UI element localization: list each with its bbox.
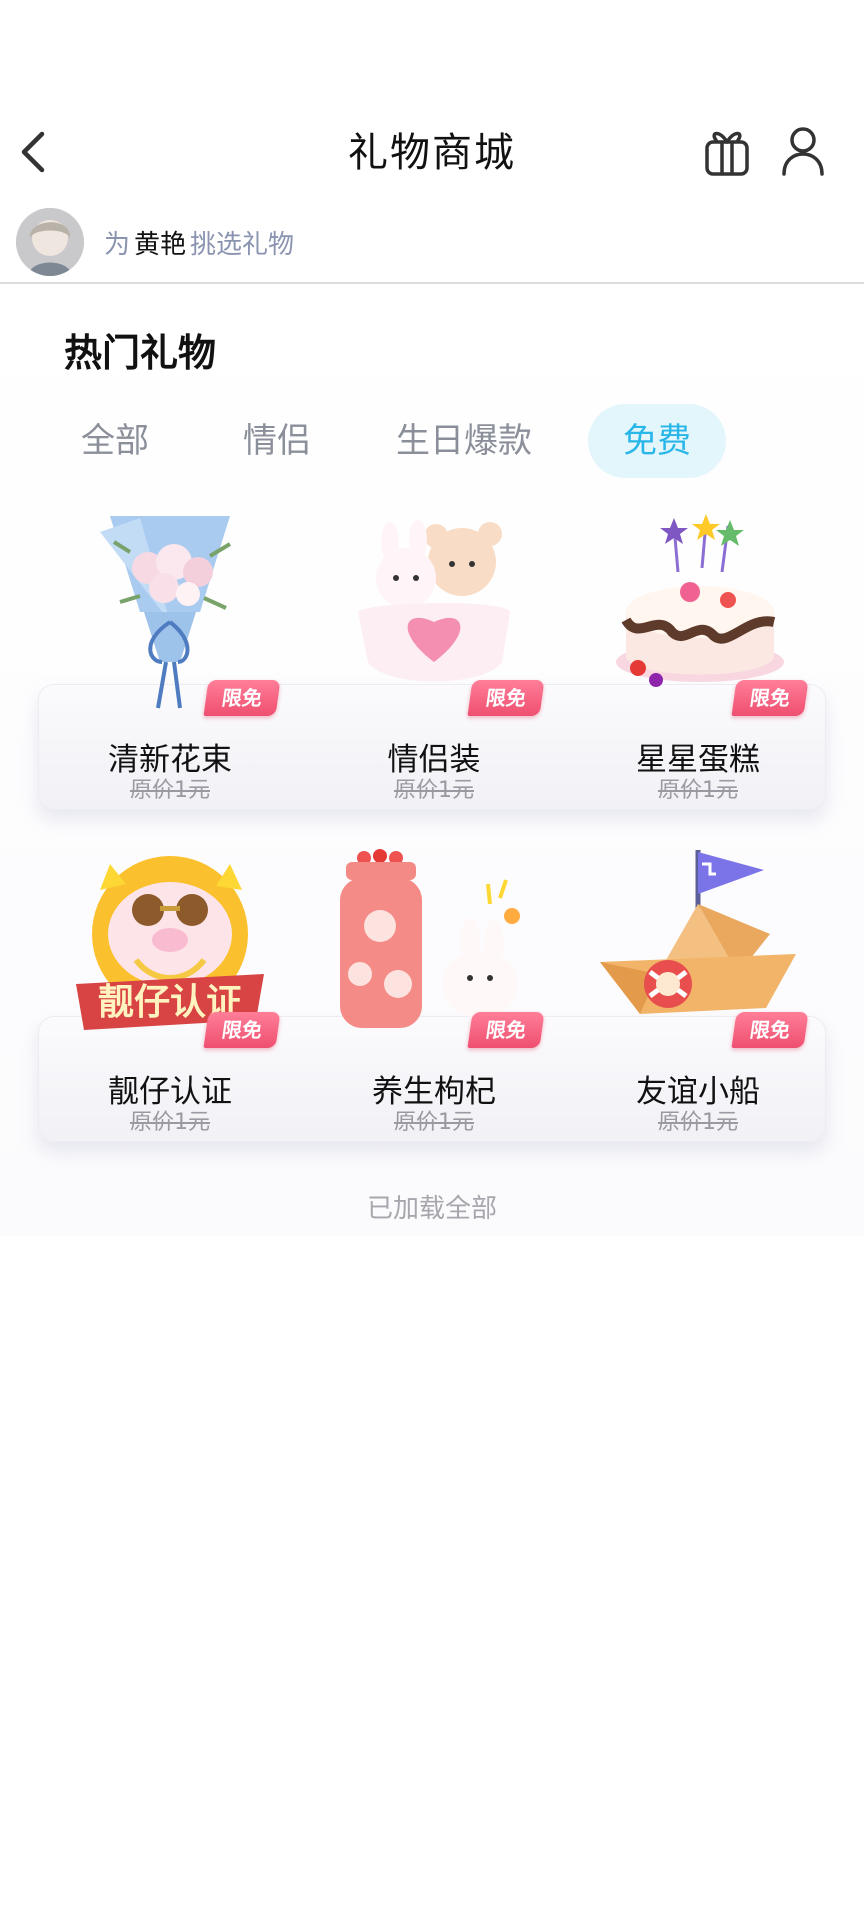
free-badge: 限免 [467,680,545,716]
recipient-prefix: 为 [104,230,131,260]
gift-item[interactable]: 限免 友谊小船 原价1元 [578,844,818,1144]
free-badge: 限免 [731,680,809,716]
free-badge: 限免 [467,1012,545,1048]
recipient-text: 为黄艳 挑选礼物 [104,224,294,261]
gift-original-price: 原价1元 [130,1110,210,1135]
user-icon [782,127,824,176]
gift-original-price: 原价1元 [658,1110,738,1135]
tab-couple[interactable]: 情侣 [222,404,332,478]
gift-item[interactable]: 靓仔认证 限免 靓仔认证 原价1元 [50,844,290,1144]
avatar[interactable] [16,208,84,276]
category-tabs: 全部 情侣 生日爆款 免费 [0,404,864,478]
gift-item[interactable]: 限免 星星蛋糕 原价1元 [578,512,818,812]
recipient-suffix: 挑选礼物 [190,230,295,260]
gift-original-price: 原价1元 [394,778,474,803]
gift-item[interactable]: 限免 情侣装 原价1元 [314,512,554,812]
free-badge: 限免 [731,1012,809,1048]
profile-button[interactable] [778,124,828,178]
gift-original-price: 原价1元 [394,1110,474,1135]
recipient-name: 黄艳 [134,230,187,260]
gift-box-button[interactable] [702,124,752,178]
recipient-bar: 为黄艳 挑选礼物 [0,208,864,284]
top-bar: 礼物商城 [0,110,864,190]
gift-item[interactable]: 限免 清新花束 原价1元 [50,512,290,812]
load-all-text: 已加载全部 [366,1194,497,1224]
avatar-image [16,208,84,276]
gift-item[interactable]: 限免 养生枸杞 原价1元 [314,844,554,1144]
tab-all[interactable]: 全部 [60,404,170,478]
gift-original-price: 原价1元 [130,778,210,803]
free-badge: 限免 [203,1012,281,1048]
section-title: 热门礼物 [64,331,217,375]
tab-birthday[interactable]: 生日爆款 [384,404,544,478]
gift-icon [705,131,749,176]
free-badge: 限免 [203,680,281,716]
tab-free[interactable]: 免费 [588,404,726,478]
gift-original-price: 原价1元 [658,778,738,803]
